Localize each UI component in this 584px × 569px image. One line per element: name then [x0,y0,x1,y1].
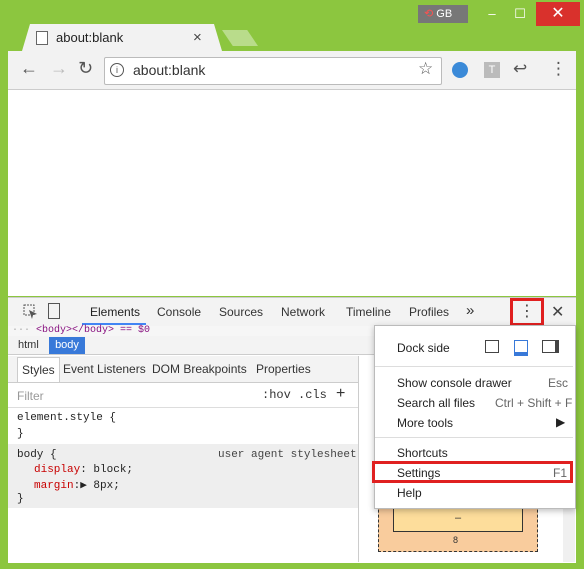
dock-right-icon[interactable] [542,340,559,353]
rule-margin: margin:▶ 8px; [34,478,120,492]
filter-input[interactable]: Filter [17,389,44,403]
prop-display-value: : block; [80,464,134,476]
menu-item-search-all-files[interactable]: Search all files [397,396,475,410]
shortcut-esc: Esc [548,376,569,390]
forward-button[interactable]: → [50,58,68,79]
subtab-event-listeners[interactable]: Event Listeners [63,362,146,376]
hov-toggle[interactable]: :hov [262,388,291,402]
tab-elements[interactable]: Elements [90,305,140,319]
menu-separator [375,437,573,438]
tab-close-icon[interactable]: × [193,29,202,46]
devtools-more-menu-button[interactable]: ⋮ [510,298,544,326]
menu-item-show-console-drawer[interactable]: Show console drawer [397,376,512,390]
rule-display: display: block; [34,464,133,476]
tab-sources[interactable]: Sources [219,305,263,319]
url-text[interactable]: about:blank [133,62,205,78]
tab-title: about:blank [56,30,124,45]
path-html[interactable]: html [18,339,39,351]
menu-separator [375,366,573,367]
extension-globe-icon[interactable] [452,62,468,78]
prop-display-name: display [34,464,81,476]
shortcut-search: Ctrl + Shift + F [495,396,573,410]
extension-reply-icon[interactable]: ↩ [513,59,527,79]
element-style-open[interactable]: element.style { [17,412,116,424]
menu-item-help[interactable]: Help [397,486,422,500]
path-body[interactable]: body [49,337,85,354]
ellipsis-icon: ··· [12,325,31,336]
bookmark-star-icon[interactable]: ☆ [418,59,433,79]
body-rule-close: } [17,493,24,505]
dock-bottom-icon[interactable] [514,340,528,356]
minimize-button[interactable]: – [482,4,502,24]
cls-toggle[interactable]: .cls [298,388,327,402]
subtab-dom-breakpoints[interactable]: DOM Breakpoints [152,362,247,376]
extension-t-icon[interactable]: T [484,62,500,78]
dock-undock-icon[interactable] [485,340,499,353]
reload-button[interactable]: ↻ [78,58,93,79]
info-icon[interactable]: i [110,63,124,77]
submenu-arrow-icon: ▶ [556,415,566,429]
tab-profiles[interactable]: Profiles [409,305,449,319]
device-mode-icon[interactable] [48,303,60,319]
new-rule-button[interactable]: + [336,385,345,403]
dock-side-label: Dock side [397,341,450,355]
page-viewport [8,90,576,296]
tab-console[interactable]: Console [157,305,201,319]
subtab-properties[interactable]: Properties [256,362,311,376]
profile-badge[interactable]: ⟲ GB [418,5,468,23]
more-tabs-button[interactable]: » [466,302,474,319]
ua-stylesheet-label: user agent stylesheet [218,449,357,461]
settings-highlight [372,461,573,483]
prop-margin-name: margin [34,480,74,492]
devtools-close-icon[interactable]: ✕ [551,302,564,322]
box-model-value: – [455,512,462,524]
tab-network[interactable]: Network [281,305,325,319]
menu-item-more-tools[interactable]: More tools [397,416,453,430]
close-window-button[interactable]: ✕ [536,2,580,26]
tab-timeline[interactable]: Timeline [346,305,391,319]
body-rule-open: body { [17,449,57,461]
profile-label: GB [436,8,453,20]
profile-icon: ⟲ [424,8,434,20]
element-style-close: } [17,428,24,440]
menu-item-shortcuts[interactable]: Shortcuts [397,446,448,460]
back-button[interactable]: ← [20,58,38,79]
page-icon [36,31,48,45]
browser-menu-icon[interactable]: ⋮ [550,59,567,79]
subtab-styles[interactable]: Styles [17,357,60,382]
box-model-margin-bottom: 8 [453,535,459,545]
prop-margin-value[interactable]: :▶ 8px; [74,480,120,492]
inspect-icon[interactable] [22,303,38,319]
maximize-button[interactable]: ☐ [510,4,530,24]
selected-node-text: <body></body> == $0 [36,325,151,336]
